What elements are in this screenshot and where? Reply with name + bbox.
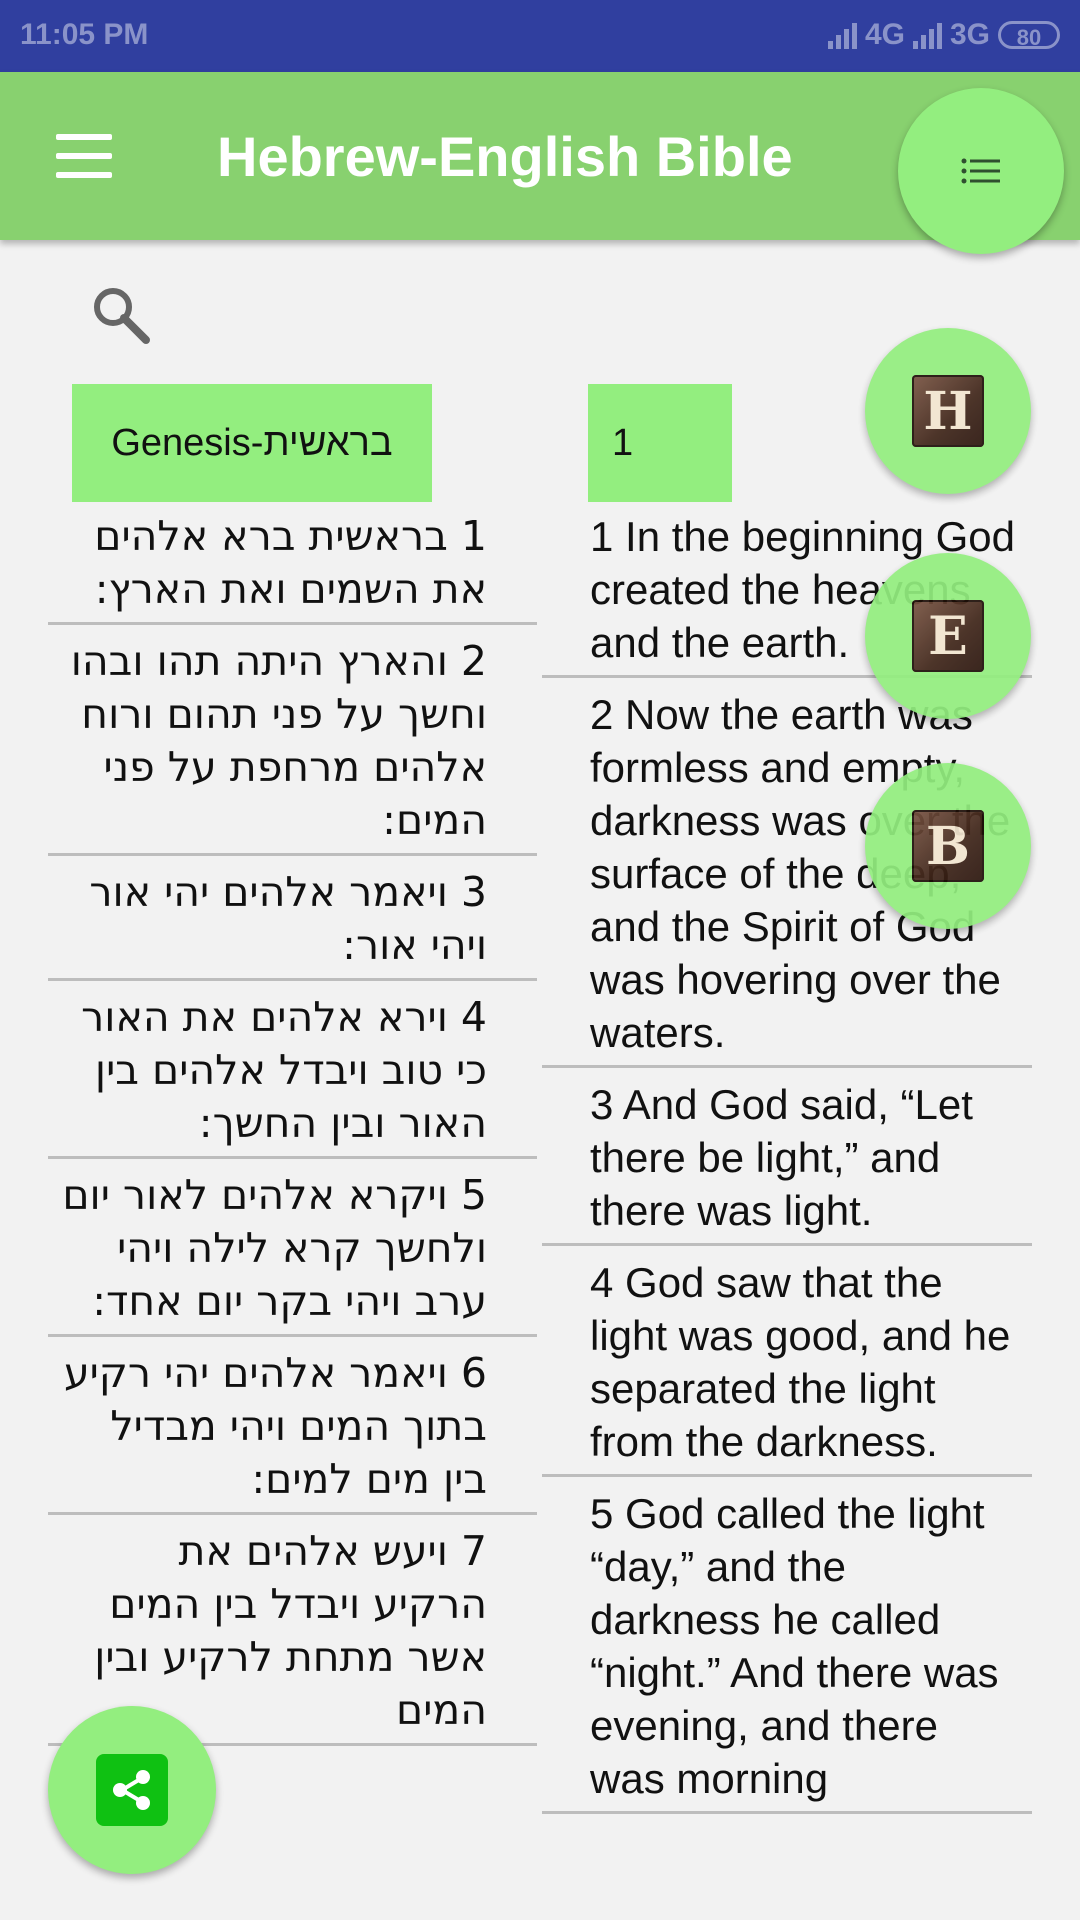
search-icon[interactable] — [88, 282, 152, 346]
english-verse[interactable]: 4 God saw that the light was good, and h… — [542, 1256, 1032, 1477]
status-time: 11:05 PM — [20, 18, 149, 51]
hebrew-verse[interactable]: 5 ויקרא אלהים לאור יום ולחשך קרא לילה וי… — [48, 1169, 537, 1337]
list-icon — [961, 158, 1000, 184]
book-selector[interactable]: Genesis-בראשית — [72, 384, 432, 502]
english-verse[interactable]: 5 God called the light “day,” and the da… — [542, 1487, 1032, 1814]
hebrew-verse[interactable]: 1 בראשית ברא אלהים את השמים ואת הארץ: — [48, 510, 537, 625]
english-verse[interactable]: 3 And God said, “Let there be light,” an… — [542, 1078, 1032, 1246]
hebrew-verse[interactable]: 2 והארץ היתה תהו ובהו וחשך על פני תהום ו… — [48, 635, 537, 856]
app-title: Hebrew-English Bible — [217, 125, 793, 188]
hebrew-verse[interactable]: 3 ויאמר אלהים יהי אור ויהי אור: — [48, 866, 537, 981]
status-icons: 4G 3G 80 — [827, 18, 1060, 52]
status-bar: 11:05 PM 4G 3G 80 — [0, 0, 1080, 72]
hebrew-verse[interactable]: 4 וירא אלהים את האור כי טוב ויבדל אלהים … — [48, 991, 537, 1159]
battery-icon: 80 — [998, 21, 1060, 50]
english-letter-icon: E — [912, 600, 984, 672]
hebrew-letter-icon: H — [912, 375, 984, 447]
hebrew-only-button[interactable]: H — [865, 328, 1031, 494]
network-label-1: 4G — [864, 18, 905, 51]
share-icon — [96, 1754, 168, 1826]
hamburger-menu-icon[interactable] — [56, 134, 112, 178]
network-label-2: 3G — [949, 18, 990, 51]
chapter-selector[interactable]: 1 — [588, 384, 732, 502]
signal-icon — [827, 21, 857, 49]
both-languages-button[interactable]: B — [865, 763, 1031, 929]
hebrew-verse-list: 1 בראשית ברא אלהים את השמים ואת הארץ: 2 … — [48, 510, 537, 1756]
list-button[interactable] — [898, 88, 1064, 254]
share-button[interactable] — [48, 1706, 216, 1874]
signal-icon-2 — [912, 21, 942, 49]
both-letter-icon: B — [912, 810, 984, 882]
english-only-button[interactable]: E — [865, 553, 1031, 719]
hebrew-verse[interactable]: 6 ויאמר אלהים יהי רקיע בתוך המים ויהי מב… — [48, 1347, 537, 1515]
